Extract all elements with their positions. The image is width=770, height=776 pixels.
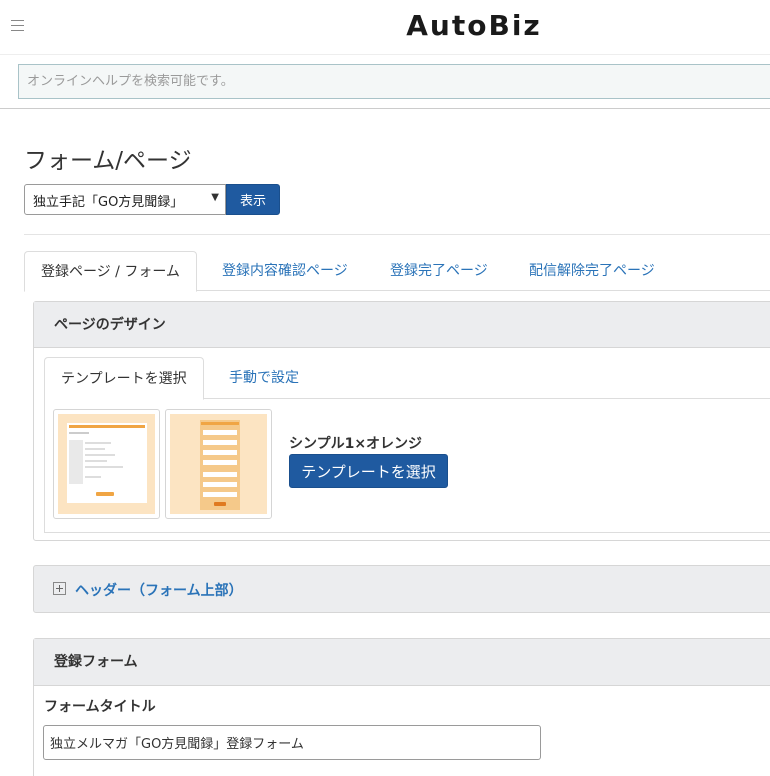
page-tabs: 登録ページ / フォーム 登録内容確認ページ 登録完了ページ 配信解除完了ページ [24, 251, 770, 292]
newsletter-select-value: 独立手記「GO方見聞録」 [33, 195, 184, 210]
template-preview-horizontal [67, 423, 147, 503]
template-area: シンプル1×オレンジ テンプレートを選択 [44, 399, 770, 533]
search-bar [0, 55, 770, 109]
subtab-select-template[interactable]: テンプレートを選択 [44, 357, 204, 400]
template-thumbnail[interactable] [53, 409, 160, 519]
tab-unsubscribe-page[interactable]: 配信解除完了ページ [529, 251, 655, 291]
app-logo[interactable]: AutoBiz [0, 9, 770, 42]
page-title: フォーム/ページ [24, 148, 192, 174]
select-template-button[interactable]: テンプレートを選択 [289, 454, 448, 488]
design-panel-heading: ページのデザイン [34, 302, 770, 348]
subtab-manual-setting[interactable]: 手動で設定 [229, 357, 299, 399]
header-section-toggle[interactable]: ヘッダー（フォーム上部） [33, 565, 770, 613]
design-panel: ページのデザイン テンプレートを選択 手動で設定 シンプル1×オレンジ テンプレ… [33, 301, 770, 541]
form-title-input[interactable] [43, 725, 541, 760]
tab-complete-page[interactable]: 登録完了ページ [390, 251, 488, 291]
chevron-down-icon: ▼ [211, 192, 219, 203]
template-thumbnail[interactable] [165, 409, 272, 519]
top-bar: AutoBiz [0, 0, 770, 55]
expand-plus-icon [53, 582, 66, 595]
tab-confirm-page[interactable]: 登録内容確認ページ [222, 251, 348, 291]
template-preview-vertical [200, 420, 240, 510]
selected-template-name: シンプル1×オレンジ [289, 436, 423, 452]
form-title-label: フォームタイトル [44, 699, 156, 715]
newsletter-select[interactable]: 独立手記「GO方見聞録」 ▼ [24, 184, 226, 215]
tab-register-form[interactable]: 登録ページ / フォーム [24, 251, 197, 292]
design-subtabs: テンプレートを選択 手動で設定 [44, 357, 770, 400]
registration-form-heading: 登録フォーム [34, 639, 770, 686]
header-section-label[interactable]: ヘッダー（フォーム上部） [75, 580, 243, 600]
show-button[interactable]: 表示 [226, 184, 280, 215]
divider [24, 234, 770, 235]
help-search-input[interactable] [18, 64, 770, 99]
